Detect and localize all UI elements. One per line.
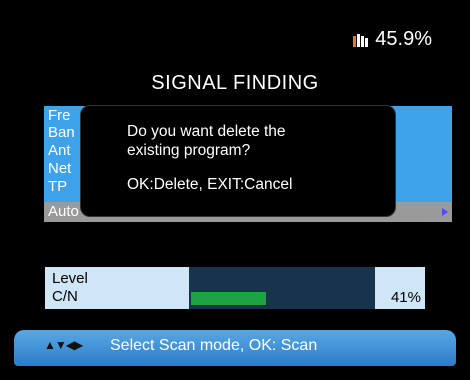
menu-item-antenna[interactable]: Ant [48, 143, 71, 159]
navigation-arrows-icon: ▲▼◀▶ [44, 338, 83, 352]
help-text: Select Scan mode, OK: Scan [110, 337, 318, 354]
signal-bars-icon [353, 33, 369, 47]
menu-item-tp[interactable]: TP [48, 179, 67, 195]
signal-meters: Level C/N 41% [45, 267, 425, 309]
menu-item-network[interactable]: Net [48, 161, 71, 177]
signal-finding-screen: 45.9% SIGNAL FINDING Fre Ban Ant Net TP … [0, 0, 470, 380]
level-label: Level [52, 270, 88, 287]
dialog-message-line-1: Do you want delete the [127, 123, 286, 140]
dialog-actions-hint: OK:Delete, EXIT:Cancel [127, 176, 293, 193]
menu-item-frequency[interactable]: Fre [48, 108, 71, 124]
cn-percent: 41% [390, 289, 421, 306]
confirm-delete-dialog: Do you want delete the existing program?… [80, 105, 396, 217]
menu-item-band[interactable]: Ban [48, 125, 75, 141]
battery-percent: 45.9% [375, 28, 432, 50]
page-title: SIGNAL FINDING [151, 72, 319, 94]
arrow-right-icon[interactable] [442, 208, 448, 216]
dialog-message-line-2: existing program? [127, 142, 251, 159]
status-indicator: 45.9% [353, 28, 432, 51]
help-bar: ▲▼◀▶ Select Scan mode, OK: Scan [14, 330, 456, 366]
cn-meter-fill [191, 292, 266, 305]
cn-label: C/N [52, 288, 78, 305]
